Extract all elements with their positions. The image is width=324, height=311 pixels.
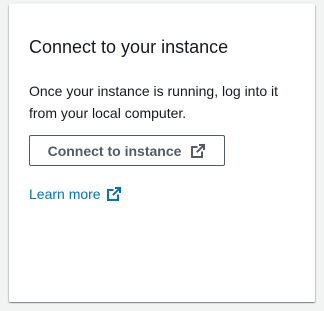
- learn-more-link[interactable]: Learn more: [29, 184, 122, 204]
- card-title: Connect to your instance: [29, 37, 229, 57]
- connect-button-label: Connect to instance: [47, 142, 182, 159]
- card-description: Once your instance is running, log into …: [29, 83, 279, 121]
- connect-to-instance-button[interactable]: Connect to instance: [29, 135, 225, 166]
- external-link-icon: [106, 186, 122, 202]
- connect-instance-card: Connect to your instance Once your insta…: [9, 4, 315, 302]
- learn-more-label: Learn more: [29, 186, 101, 202]
- external-link-icon: [190, 143, 206, 159]
